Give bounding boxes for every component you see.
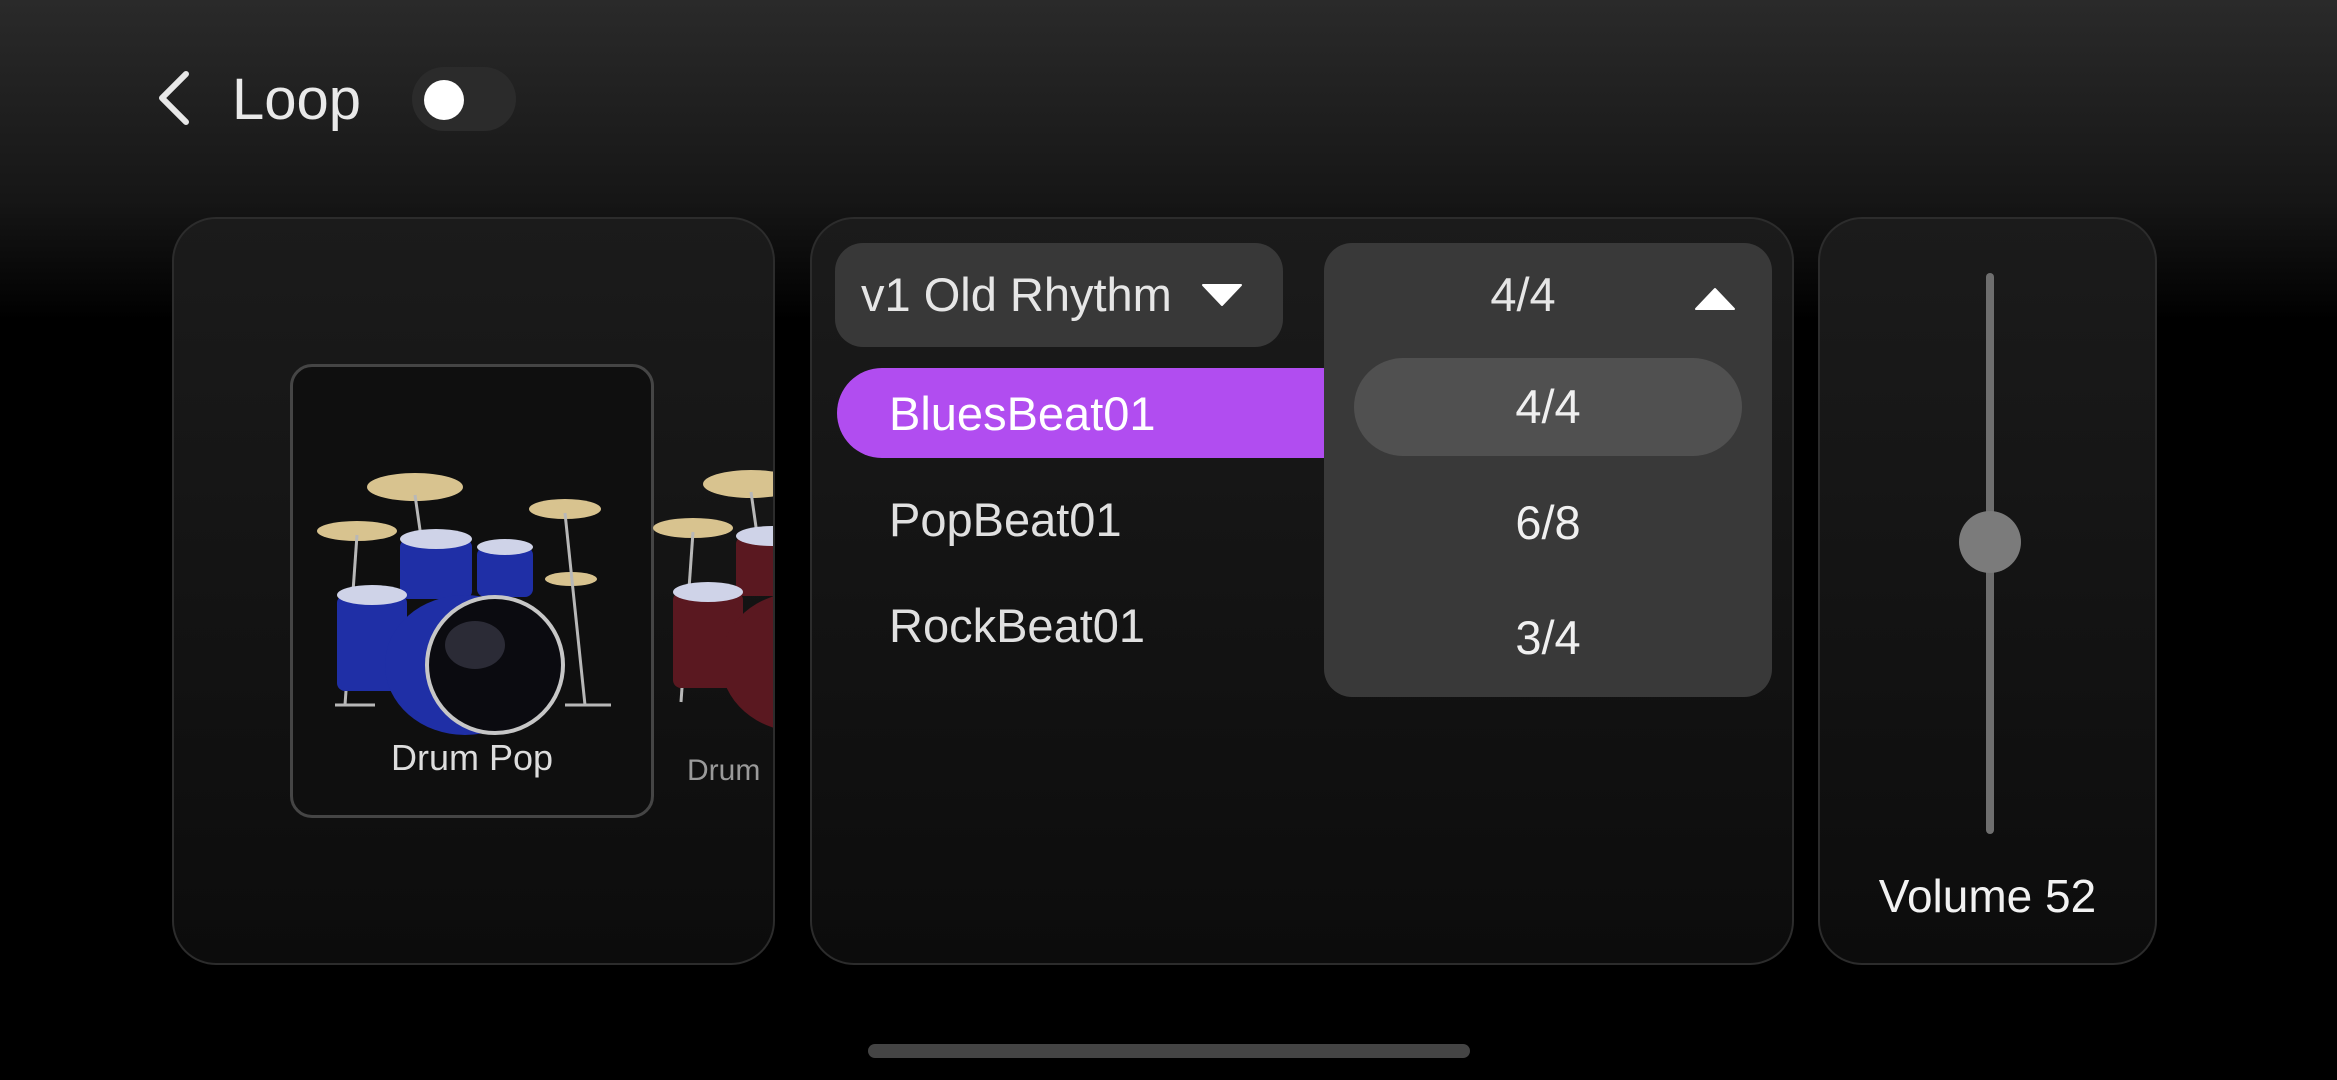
volume-slider-thumb[interactable]	[1959, 511, 2021, 574]
instrument-name: Drum Pop	[390, 737, 554, 778]
instrument-card-drum-pop[interactable]: Drum Pop	[290, 364, 654, 818]
volume-panel: Volume 52	[1818, 217, 2157, 965]
rhythm-dropdown[interactable]: v1 Old Rhythm	[835, 243, 1283, 347]
rhythm-dropdown-label: v1 Old Rhythm	[861, 268, 1172, 321]
chevron-left-icon	[159, 71, 189, 125]
volume-value: 52	[2045, 870, 2097, 922]
caret-down-icon	[1202, 284, 1242, 306]
drum-kit-icon	[317, 473, 611, 735]
beat-label: PopBeat01	[889, 493, 1122, 546]
beat-label: BluesBeat01	[889, 387, 1156, 440]
instrument-name: Drum	[687, 754, 761, 787]
list-item[interactable]: BluesBeat01	[837, 368, 1397, 458]
instrument-panel: Drum Pop Drum	[172, 217, 775, 965]
time-signature-option[interactable]: 4/4	[1354, 358, 1742, 456]
list-item[interactable]: PopBeat01	[837, 474, 1397, 564]
instrument-card-drum[interactable]: Drum	[629, 364, 773, 818]
loop-toggle[interactable]	[412, 67, 516, 131]
volume-label: Volume 52	[1820, 869, 2155, 923]
time-signature-option[interactable]: 6/8	[1354, 474, 1742, 572]
time-signature-option[interactable]: 3/4	[1354, 589, 1742, 687]
beat-label: RockBeat01	[889, 599, 1146, 652]
caret-up-icon	[1695, 288, 1735, 310]
toggle-knob	[424, 80, 464, 120]
back-button[interactable]	[150, 68, 200, 128]
drum-kit-icon	[653, 470, 773, 728]
time-signature-dropdown[interactable]: 4/4 4/4 6/8 3/4	[1324, 243, 1772, 697]
rhythm-panel: v1 Old Rhythm BluesBeat01 PopBeat01 Rock…	[810, 217, 1794, 965]
volume-label-text: Volume	[1878, 870, 2033, 922]
home-indicator[interactable]	[868, 1044, 1470, 1058]
list-item[interactable]: RockBeat01	[837, 580, 1397, 670]
beat-list: BluesBeat01 PopBeat01 RockBeat01	[837, 368, 1397, 686]
page-title: Loop	[232, 67, 362, 132]
